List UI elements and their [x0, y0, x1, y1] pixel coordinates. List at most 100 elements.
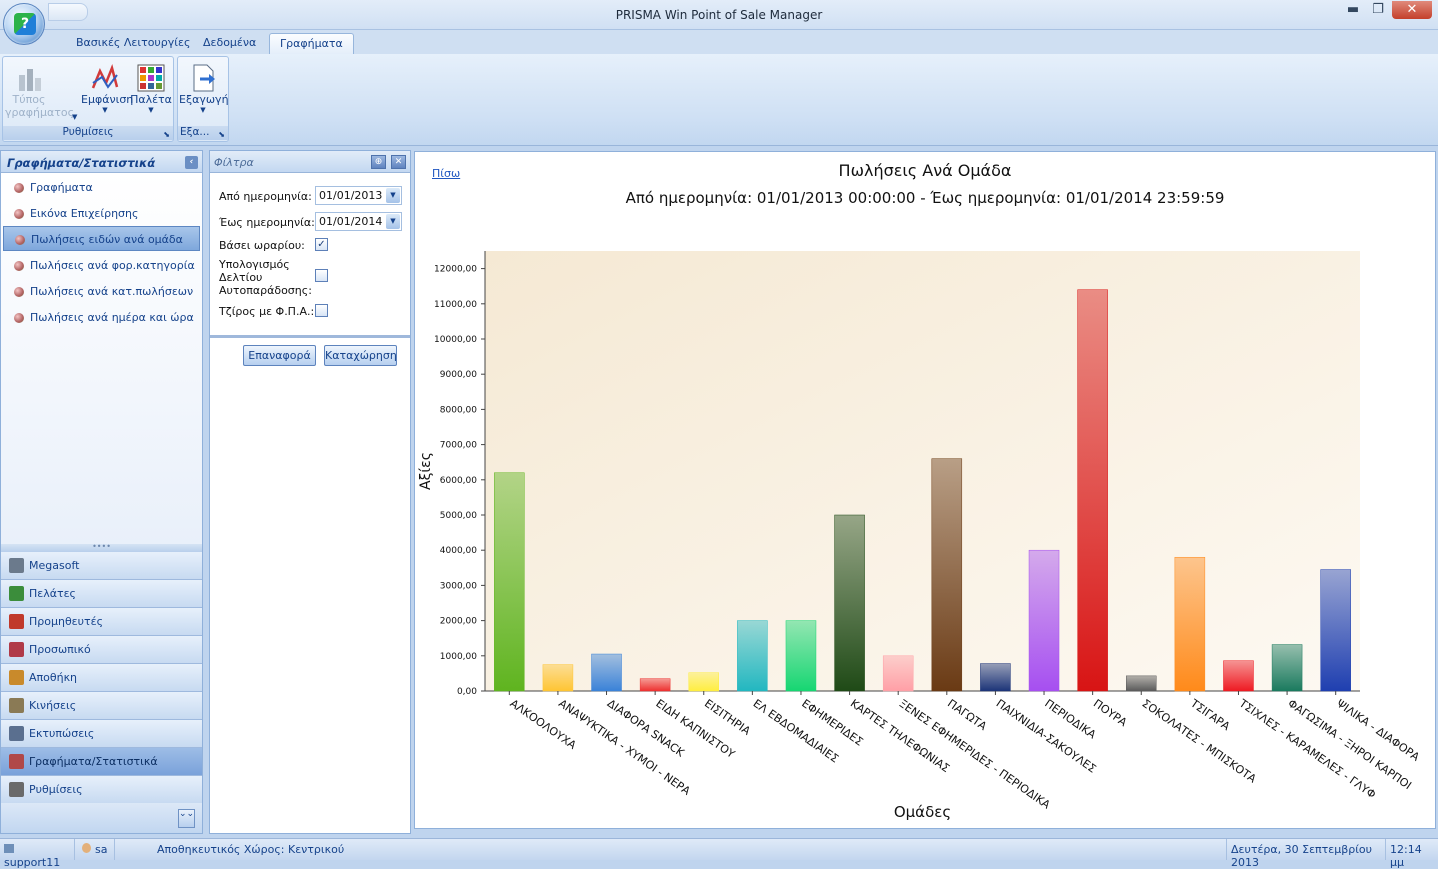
- module-label: Εκτυπώσεις: [29, 727, 95, 740]
- palette-button[interactable]: Παλέτα ▼: [127, 61, 175, 125]
- module-label: Γραφήματα/Στατιστικά: [29, 755, 158, 768]
- submit-button[interactable]: Καταχώρηση: [324, 345, 397, 366]
- more-modules-icon[interactable]: ⌄⌄: [178, 809, 195, 828]
- chevron-down-icon[interactable]: ▼: [386, 214, 400, 229]
- module-megasoft[interactable]: Megasoft: [1, 552, 202, 580]
- bar: [1320, 569, 1351, 692]
- module-settings[interactable]: Ρυθμίσεις: [1, 776, 202, 804]
- module-printouts[interactable]: Εκτυπώσεις: [1, 720, 202, 748]
- title-bar: PRISMA Win Point of Sale Manager ▬ ❐ ✕: [0, 0, 1438, 30]
- module-warehouse[interactable]: Αποθήκη: [1, 664, 202, 692]
- reset-button[interactable]: Επαναφορά: [243, 345, 316, 366]
- nav-splitter[interactable]: ••••: [1, 543, 202, 552]
- delivery-note-checkbox[interactable]: [315, 269, 328, 282]
- nav-header-title: Γραφήματα/Στατιστικά: [7, 156, 156, 170]
- maximize-button[interactable]: ❐: [1364, 1, 1392, 19]
- nav-item-label: Εικόνα Επιχείρησης: [30, 207, 139, 220]
- ribbon-group-settings: Τύπος γραφήματος ▼ Εμφάνιση ▼ Παλέτα ▼ Ρ…: [2, 56, 174, 142]
- nav-item-label: Πωλήσεις ειδών ανά ομάδα: [31, 233, 183, 246]
- nav-item-charts[interactable]: Γραφήματα: [3, 175, 200, 200]
- bar: [980, 663, 1011, 692]
- y-axis-title: Αξίες: [418, 452, 434, 490]
- y-tick-label: 12000,00: [434, 265, 477, 275]
- ribbon-group-export: Εξαγωγή ▼ Εξα... ⬊: [177, 56, 229, 142]
- chart-type-label: Τύπος γραφήματος: [5, 93, 75, 119]
- nav-item-sales-by-tax-category[interactable]: Πωλήσεις ανά φορ.κατηγορία: [3, 253, 200, 278]
- bar: [931, 458, 963, 692]
- nav-item-sales-by-sales-category[interactable]: Πωλήσεις ανά κατ.πωλήσεων: [3, 279, 200, 304]
- y-tick-label: 3000,00: [440, 581, 477, 591]
- filter-pane: Φίλτρα ⊕ ✕ Από ημερομηνία: 01/01/2013 00…: [209, 150, 411, 834]
- nav-item-business-overview[interactable]: Εικόνα Επιχείρησης: [3, 201, 200, 226]
- nav-header: Γραφήματα/Στατιστικά ‹: [1, 151, 202, 173]
- host-status: support11: [0, 839, 75, 869]
- bar: [834, 514, 865, 692]
- minimize-button[interactable]: ▬: [1339, 1, 1367, 19]
- tab-data[interactable]: Δεδομένα: [193, 33, 266, 54]
- bar: [591, 653, 622, 692]
- warehouse-icon: [9, 670, 24, 685]
- export-label: Εξαγωγή: [179, 93, 229, 106]
- chart-type-button[interactable]: Τύπος γραφήματος ▼: [5, 61, 77, 125]
- close-icon[interactable]: ✕: [391, 155, 406, 169]
- app-menu-button[interactable]: ?: [3, 3, 45, 45]
- module-transactions[interactable]: Κινήσεις: [1, 692, 202, 720]
- bullet-icon: [14, 261, 24, 271]
- y-tick-label: 7000,00: [440, 441, 477, 451]
- transactions-icon: [9, 698, 24, 713]
- module-suppliers[interactable]: Προμηθευτές: [1, 608, 202, 636]
- time-status: 12:14 μμ: [1390, 843, 1422, 869]
- nav-item-label: Πωλήσεις ανά ημέρα και ώρα: [30, 311, 194, 324]
- tab-charts[interactable]: Γραφήματα: [269, 33, 354, 54]
- bar: [737, 620, 768, 692]
- divider: [210, 335, 410, 338]
- chevron-down-icon: ▼: [200, 106, 206, 114]
- export-icon: [188, 63, 218, 93]
- tab-basic-functions[interactable]: Βασικές Λειτουργίες: [66, 33, 200, 54]
- chart-panel: Πίσω Πωλήσεις Ανά Ομάδα Από ημερομηνία: …: [414, 151, 1436, 829]
- nav-item-sales-by-day-hour[interactable]: Πωλήσεις ανά ημέρα και ώρα: [3, 305, 200, 330]
- bar: [542, 664, 574, 692]
- appearance-label: Εμφάνιση: [81, 93, 134, 106]
- bar-chart: 0,00 1000,00 2000,00 3000,00 4000,00 5000,00 6…: [418, 251, 1422, 821]
- chevron-down-icon[interactable]: ▼: [386, 188, 400, 203]
- x-axis-title: Ομάδες: [894, 803, 951, 821]
- user-icon: [82, 843, 91, 853]
- dialog-launcher-icon[interactable]: ⬊: [163, 130, 170, 139]
- vat-checkbox[interactable]: [315, 304, 328, 317]
- module-charts-statistics[interactable]: Γραφήματα/Στατιστικά: [1, 748, 202, 776]
- close-button[interactable]: ✕: [1392, 1, 1432, 19]
- nav-item-sales-by-group[interactable]: Πωλήσεις ειδών ανά ομάδα: [3, 226, 200, 251]
- host-name: support11: [4, 856, 61, 869]
- export-button[interactable]: Εξαγωγή ▼: [179, 61, 229, 125]
- x-tick-label: ΕΛ ΕΒΔΟΜΑΔΙΑΙΕΣ: [751, 697, 841, 766]
- bullet-icon: [14, 209, 24, 219]
- from-date-field[interactable]: 01/01/2013 00:00:00 ▼: [315, 186, 402, 205]
- appearance-button[interactable]: Εμφάνιση ▼: [81, 61, 134, 125]
- module-customers[interactable]: Πελάτες: [1, 580, 202, 608]
- palette-label: Παλέτα: [130, 93, 172, 106]
- x-tick-label: ΨΙΛΙΚΑ - ΔΙΑΦΟΡΑ: [1334, 697, 1422, 764]
- bullet-icon: [15, 235, 25, 245]
- module-label: Κινήσεις: [29, 699, 77, 712]
- appearance-icon: [90, 63, 120, 93]
- charts-icon: [9, 754, 24, 769]
- settings-icon: [9, 782, 24, 797]
- bar: [1271, 644, 1303, 692]
- bar: [1174, 556, 1206, 692]
- bar: [1077, 289, 1108, 692]
- module-staff[interactable]: Προσωπικό: [1, 636, 202, 664]
- to-date-field[interactable]: 01/01/2014 23:59:59 ▼: [315, 212, 402, 231]
- chevron-down-icon: ▼: [148, 106, 154, 114]
- collapse-icon[interactable]: ‹: [185, 156, 198, 169]
- dialog-launcher-icon[interactable]: ⬊: [218, 130, 225, 139]
- pin-icon[interactable]: ⊕: [371, 155, 386, 169]
- filter-header-title: Φίλτρα: [214, 156, 254, 169]
- bar: [688, 672, 719, 692]
- hours-checkbox[interactable]: ✓: [315, 238, 328, 251]
- x-tick-label: ΤΣΙΓΑΡΑ: [1187, 696, 1232, 733]
- y-tick-label: 5000,00: [440, 511, 477, 521]
- module-label: Αποθήκη: [29, 671, 78, 684]
- bullet-icon: [14, 183, 24, 193]
- user-status: sa: [78, 839, 115, 860]
